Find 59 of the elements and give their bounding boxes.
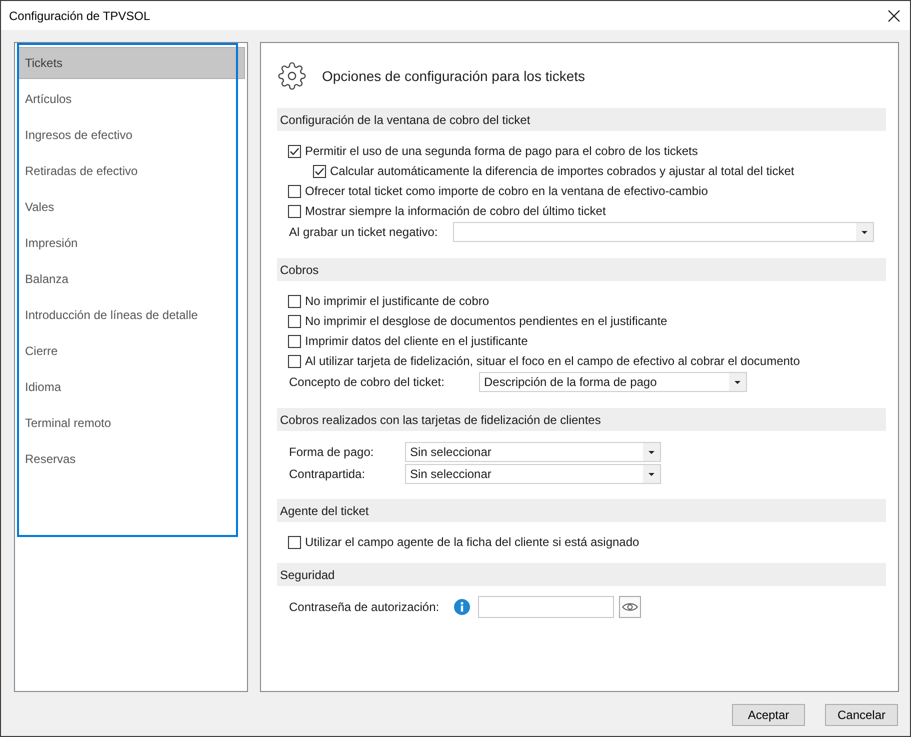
info-icon <box>454 599 470 615</box>
sidebar-item[interactable]: Artículos <box>17 83 245 115</box>
caret-icon <box>643 465 660 483</box>
caret-icon <box>856 223 873 241</box>
show-password-button[interactable] <box>619 596 641 618</box>
dropdown[interactable]: Sin seleccionar <box>405 464 661 484</box>
field-label: Contrapartida: <box>289 466 366 483</box>
accept-button[interactable]: Aceptar <box>732 704 805 726</box>
panel-title: Opciones de configuración para los tickets <box>322 66 586 86</box>
close-icon <box>888 10 900 22</box>
cancel-button[interactable]: Cancelar <box>825 704 898 726</box>
checkbox[interactable] <box>313 164 326 178</box>
section-header: Seguridad <box>277 563 886 586</box>
dropdown[interactable]: Descripción de la forma de pago <box>479 372 747 392</box>
dropdown[interactable]: Sin seleccionar <box>405 442 661 462</box>
sidebar-item[interactable]: Introducción de líneas de detalle <box>17 299 245 331</box>
checkbox[interactable] <box>288 204 301 218</box>
checkbox-label: Ofrecer total ticket como importe de cobro en la ventana de efectivo-cambio <box>305 183 708 200</box>
caret-icon <box>643 443 660 461</box>
section-header: Configuración de la ventana de cobro del ticket <box>277 108 886 131</box>
gear-icon <box>278 62 306 90</box>
checkbox[interactable] <box>288 184 301 198</box>
caret-icon <box>729 373 746 391</box>
checkbox[interactable] <box>288 334 301 348</box>
checkbox-label: Utilizar el campo agente de la ficha del cliente si está asignado <box>305 534 640 551</box>
checkbox[interactable] <box>288 294 301 308</box>
checkbox-label: Al utilizar tarjeta de fidelización, situar el foco en el campo de efectivo al cobrar el documento <box>305 353 800 370</box>
checkbox-label: Mostrar siempre la información de cobro del último ticket <box>305 203 606 220</box>
sidebar-item[interactable]: Vales <box>17 191 245 223</box>
checkmark-icon <box>314 166 325 176</box>
sidebar-item[interactable]: Balanza <box>17 263 245 295</box>
field-label: Contraseña de autorización: <box>289 599 440 616</box>
checkbox[interactable] <box>288 314 301 328</box>
password-field[interactable] <box>478 596 614 618</box>
checkbox-label: Permitir el uso de una segunda forma de pago para el cobro de los tickets <box>305 143 698 160</box>
eye-icon <box>622 602 638 612</box>
checkbox-label: No imprimir el justificante de cobro <box>305 293 490 310</box>
field-label: Al grabar un ticket negativo: <box>289 224 439 241</box>
sidebar-item[interactable]: Reservas <box>17 443 245 475</box>
checkbox[interactable] <box>288 144 301 158</box>
checkbox[interactable] <box>288 354 301 368</box>
sidebar-item[interactable]: Impresión <box>17 227 245 259</box>
section-header: Cobros realizados con las tarjetas de fidelización de clientes <box>277 408 886 431</box>
checkbox[interactable] <box>288 536 301 548</box>
checkbox-label: Calcular automáticamente la diferencia de importes cobrados y ajustar al total del ticket <box>330 163 794 180</box>
sidebar-item[interactable]: Idioma <box>17 371 245 403</box>
sidebar-item[interactable]: Tickets <box>17 47 245 79</box>
field-label: Concepto de cobro del ticket: <box>289 374 446 391</box>
sidebar-item[interactable]: Terminal remoto <box>17 407 245 439</box>
checkbox-label: Imprimir datos del cliente en el justificante <box>305 333 528 350</box>
checkmark-icon <box>289 146 300 156</box>
window-title: Configuración de TPVSOL <box>9 8 150 24</box>
sidebar-item[interactable]: Ingresos de efectivo <box>17 119 245 151</box>
checkbox-label: No imprimir el desglose de documentos pendientes en el justificante <box>305 313 668 330</box>
section-header: Cobros <box>277 258 886 281</box>
field-label: Forma de pago: <box>289 444 375 461</box>
section-header: Agente del ticket <box>277 499 886 522</box>
sidebar-item[interactable]: Cierre <box>17 335 245 367</box>
sidebar-item[interactable]: Retiradas de efectivo <box>17 155 245 187</box>
